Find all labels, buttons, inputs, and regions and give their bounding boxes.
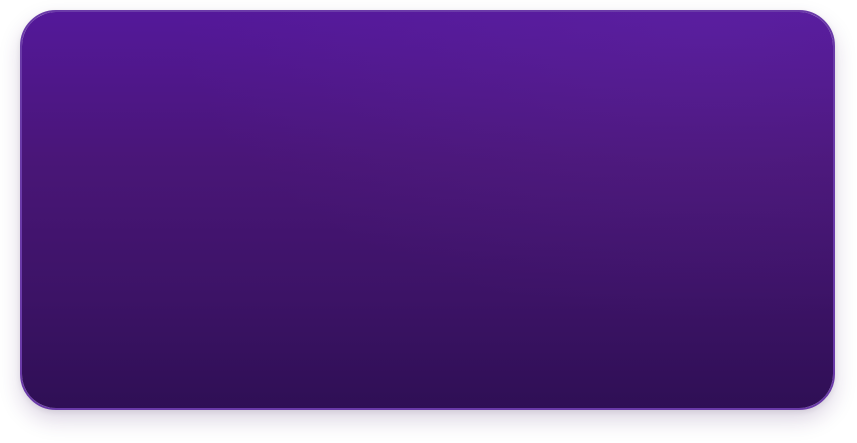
purple-gradient-card [20,10,835,410]
page-canvas [0,0,857,443]
card-sheen [22,12,833,408]
